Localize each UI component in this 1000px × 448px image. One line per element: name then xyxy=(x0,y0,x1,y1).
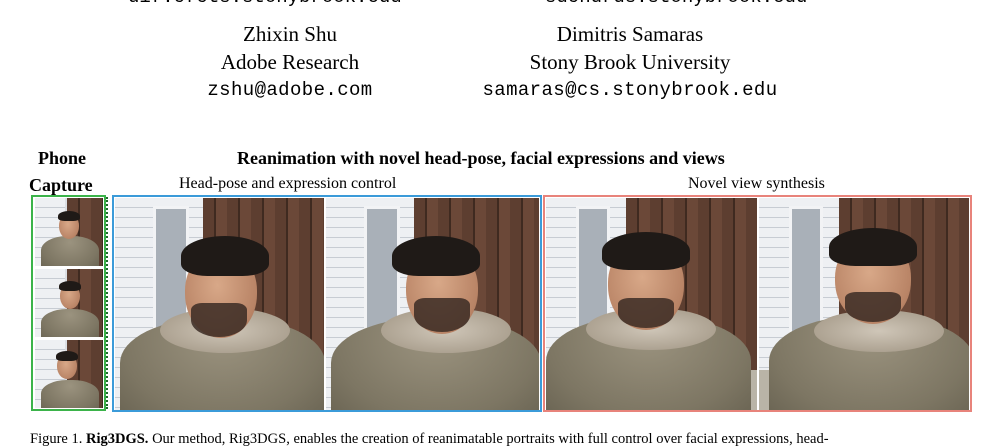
phone-heading-line1: Phone xyxy=(38,148,87,168)
author-block-samaras: Dimitris Samaras Stony Brook University … xyxy=(440,20,820,104)
headpose-image-1 xyxy=(115,198,324,410)
cut-email-right: sdchdrds.stonybrook.edu xyxy=(545,0,807,8)
author-email: samaras@cs.stonybrook.edu xyxy=(482,79,778,101)
author-name: Zhixin Shu xyxy=(243,22,337,46)
group-label-novelview: Novel view synthesis xyxy=(688,175,825,192)
phone-frame-1 xyxy=(35,198,103,266)
headpose-image-2 xyxy=(326,198,539,410)
caption-text: Our method, Rig3DGS, enables the creatio… xyxy=(152,431,829,447)
caption-title: Rig3DGS. xyxy=(85,431,149,447)
group-label-headpose: Head-pose and expression control xyxy=(179,175,397,192)
author-name: Dimitris Samaras xyxy=(556,22,704,46)
author-block-shu: Zhixin Shu Adobe Research zshu@adobe.com xyxy=(170,20,410,104)
dotted-separator xyxy=(106,197,108,409)
author-affiliation: Adobe Research xyxy=(220,50,360,74)
author-affiliation: Stony Brook University xyxy=(529,50,731,74)
phone-heading-line2: Capture xyxy=(29,175,93,195)
novelview-image-2 xyxy=(759,198,969,410)
phone-frame-2 xyxy=(35,269,103,337)
cut-email-left: dif.cfcts.stonybrook.edu xyxy=(128,0,402,8)
phone-frame-3 xyxy=(35,340,103,408)
author-email: zshu@adobe.com xyxy=(207,79,373,101)
figure-main-heading: Reanimation with novel head-pose, facial… xyxy=(237,148,725,168)
caption-prefix: Figure 1. xyxy=(30,431,83,447)
novelview-image-1 xyxy=(546,198,757,410)
figure-caption: Figure 1. Rig3DGS. Our method, Rig3DGS, … xyxy=(30,431,829,448)
